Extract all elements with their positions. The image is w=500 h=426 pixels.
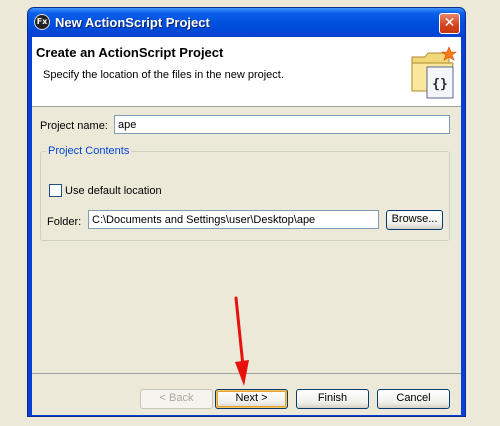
flex-app-icon: Fx (34, 14, 50, 30)
wizard-description: Specify the location of the files in the… (43, 69, 284, 81)
window-title: New ActionScript Project (55, 15, 210, 30)
wizard-title: Create an ActionScript Project (36, 45, 224, 60)
svg-text:{}: {} (432, 77, 448, 92)
project-contents-title: Project Contents (46, 145, 132, 157)
red-arrow-icon (234, 296, 249, 386)
use-default-location-label[interactable]: Use default location (65, 185, 162, 197)
folder-label: Folder: (47, 216, 82, 228)
use-default-location-checkbox[interactable] (49, 184, 62, 197)
wizard-banner: Create an ActionScript Project Specify t… (32, 37, 461, 107)
folder-actionscript-icon: {} (411, 46, 457, 99)
title-bar[interactable]: Fx New ActionScript Project ✕ (28, 8, 465, 37)
close-button[interactable]: ✕ (439, 13, 460, 34)
cancel-button[interactable]: Cancel (377, 389, 450, 409)
next-button[interactable]: Next > (215, 389, 288, 409)
project-name-label: Project name: (40, 120, 108, 132)
project-contents-group: Project Contents Use default location Fo… (40, 145, 450, 241)
browse-button[interactable]: Browse... (386, 210, 443, 230)
finish-button[interactable]: Finish (296, 389, 369, 409)
project-name-input[interactable] (114, 115, 450, 134)
folder-path-input[interactable] (88, 210, 379, 229)
back-button[interactable]: < Back (140, 389, 213, 409)
